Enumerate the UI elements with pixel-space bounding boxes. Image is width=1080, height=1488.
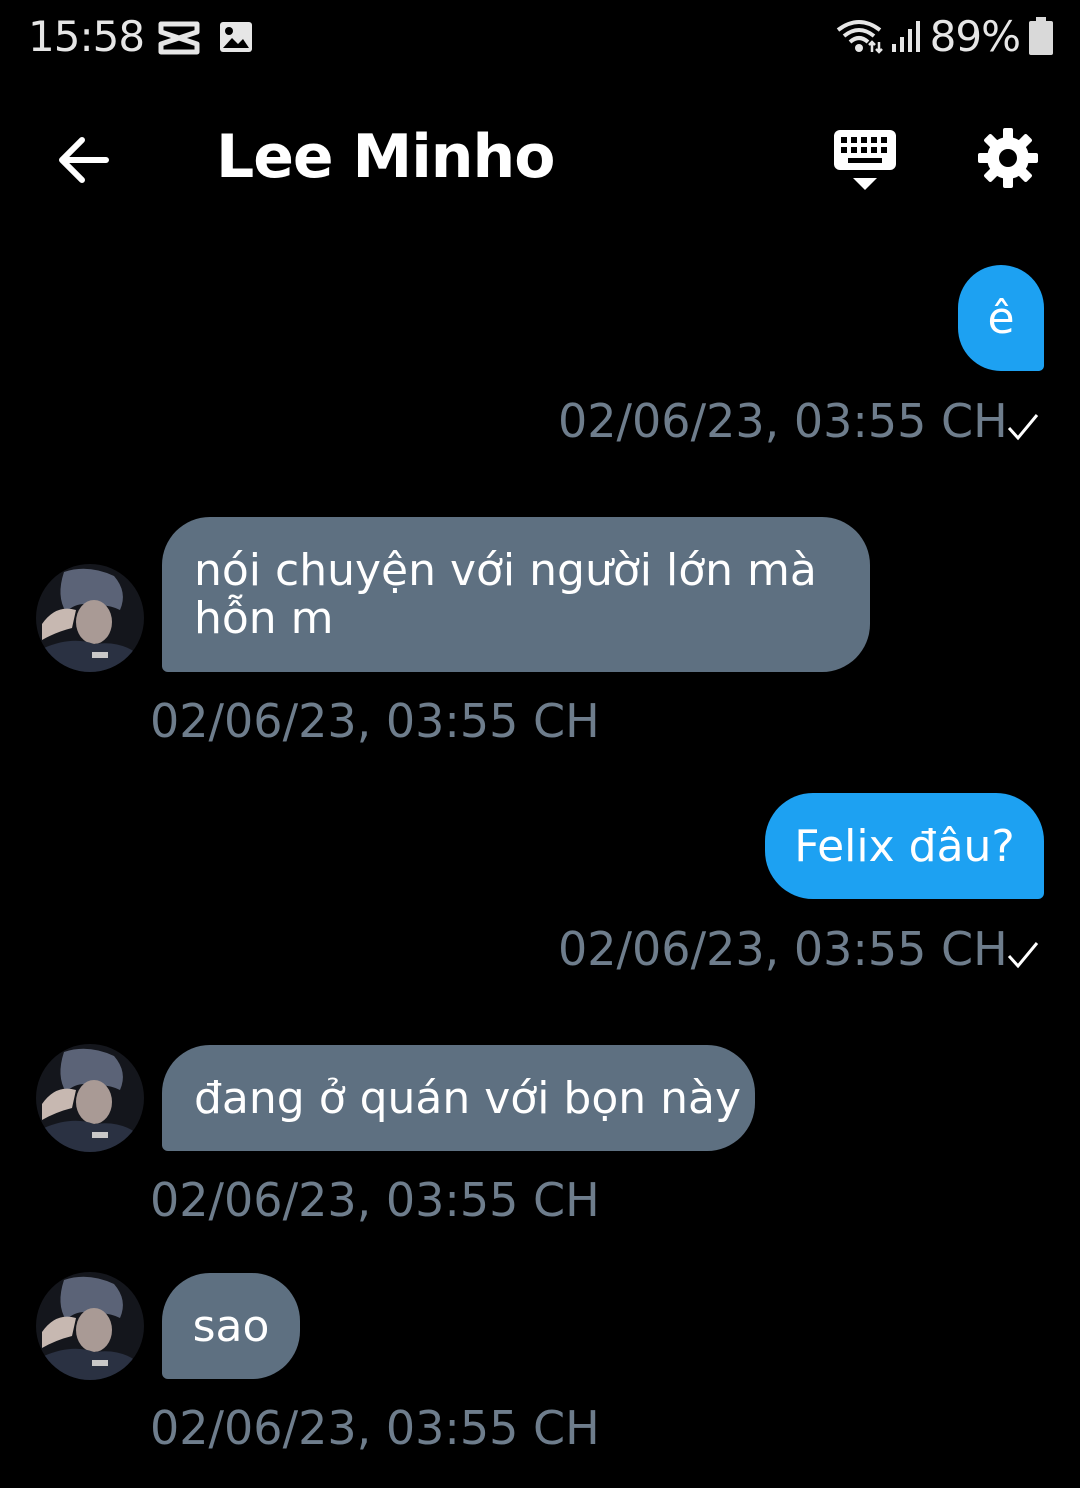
avatar-image (36, 1044, 144, 1152)
checkmark-icon (1007, 414, 1039, 441)
incoming-message-bubble[interactable]: nói chuyện với người lớn mà hỗn m (162, 517, 870, 672)
message-text: sao (192, 1301, 270, 1352)
capcut-icon (158, 20, 200, 60)
keyboard-icon (834, 130, 896, 190)
message-timestamp: 02/06/23, 03:55 CH (558, 922, 1008, 976)
message-timestamp: 02/06/23, 03:55 CH (150, 1401, 600, 1455)
status-time: 15:58 (28, 12, 145, 61)
battery-percentage: 89% (929, 12, 1021, 61)
incoming-message-bubble[interactable]: sao (162, 1273, 300, 1379)
back-button[interactable] (52, 128, 116, 192)
contact-avatar[interactable] (36, 1272, 144, 1380)
message-timestamp: 02/06/23, 03:55 CH (150, 1173, 600, 1227)
wifi-icon (834, 18, 884, 58)
message-text: ê (987, 293, 1015, 344)
contact-avatar[interactable] (36, 564, 144, 672)
message-text: Felix đâu? (794, 821, 1015, 872)
signal-icon (890, 18, 924, 58)
gear-icon (978, 128, 1038, 188)
message-text: đang ở quán với bọn này (194, 1073, 742, 1124)
chat-header: Lee Minho (0, 100, 1080, 220)
avatar-image (36, 1272, 144, 1380)
checkmark-icon (1007, 942, 1039, 969)
keyboard-toggle-button[interactable] (830, 126, 900, 192)
outgoing-message-bubble[interactable]: ê (958, 265, 1044, 371)
contact-avatar[interactable] (36, 1044, 144, 1152)
back-arrow-icon (59, 137, 109, 183)
avatar-image (36, 564, 144, 672)
contact-name[interactable]: Lee Minho (216, 122, 555, 192)
incoming-message-bubble[interactable]: đang ở quán với bọn này (162, 1045, 755, 1151)
message-timestamp: 02/06/23, 03:55 CH (150, 694, 600, 748)
battery-icon (1028, 16, 1054, 60)
message-text-line: hỗn m (194, 593, 334, 644)
settings-button[interactable] (976, 126, 1040, 190)
outgoing-message-bubble[interactable]: Felix đâu? (765, 793, 1044, 899)
status-bar: 15:58 89% (0, 0, 1080, 76)
gallery-icon (218, 20, 254, 58)
message-timestamp: 02/06/23, 03:55 CH (558, 394, 1008, 448)
message-text-line: nói chuyện với người lớn mà (194, 545, 817, 596)
